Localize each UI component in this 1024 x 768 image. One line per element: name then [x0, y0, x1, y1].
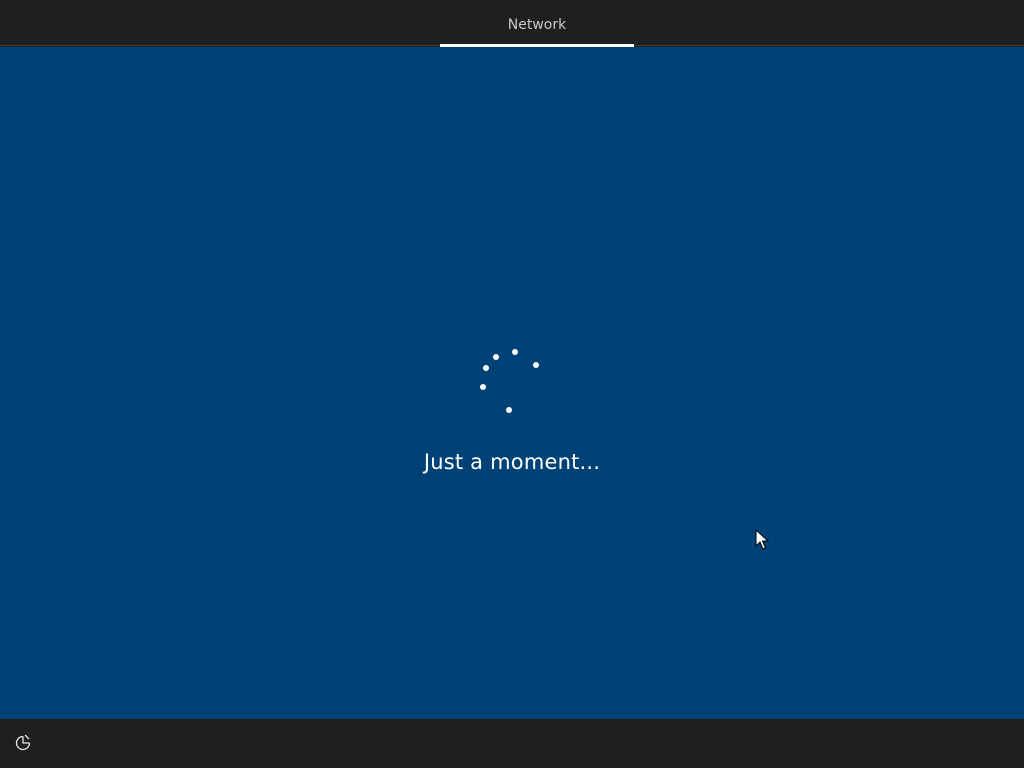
spinner-dot	[483, 365, 489, 371]
spinner-dot	[533, 362, 539, 368]
ease-of-access-icon	[14, 734, 32, 756]
top-bar: Network	[0, 0, 1024, 47]
status-message: Just a moment...	[423, 450, 601, 474]
tab-network: Network	[507, 17, 567, 33]
bottom-bar	[0, 720, 1024, 768]
ease-of-access-button[interactable]	[12, 734, 34, 756]
loading-spinner-icon	[474, 342, 550, 418]
spinner-dot	[506, 407, 512, 413]
spinner-dot	[512, 349, 518, 355]
spinner-dot	[493, 354, 499, 360]
spinner-dot	[480, 384, 486, 390]
main-area: Just a moment...	[0, 47, 1024, 719]
